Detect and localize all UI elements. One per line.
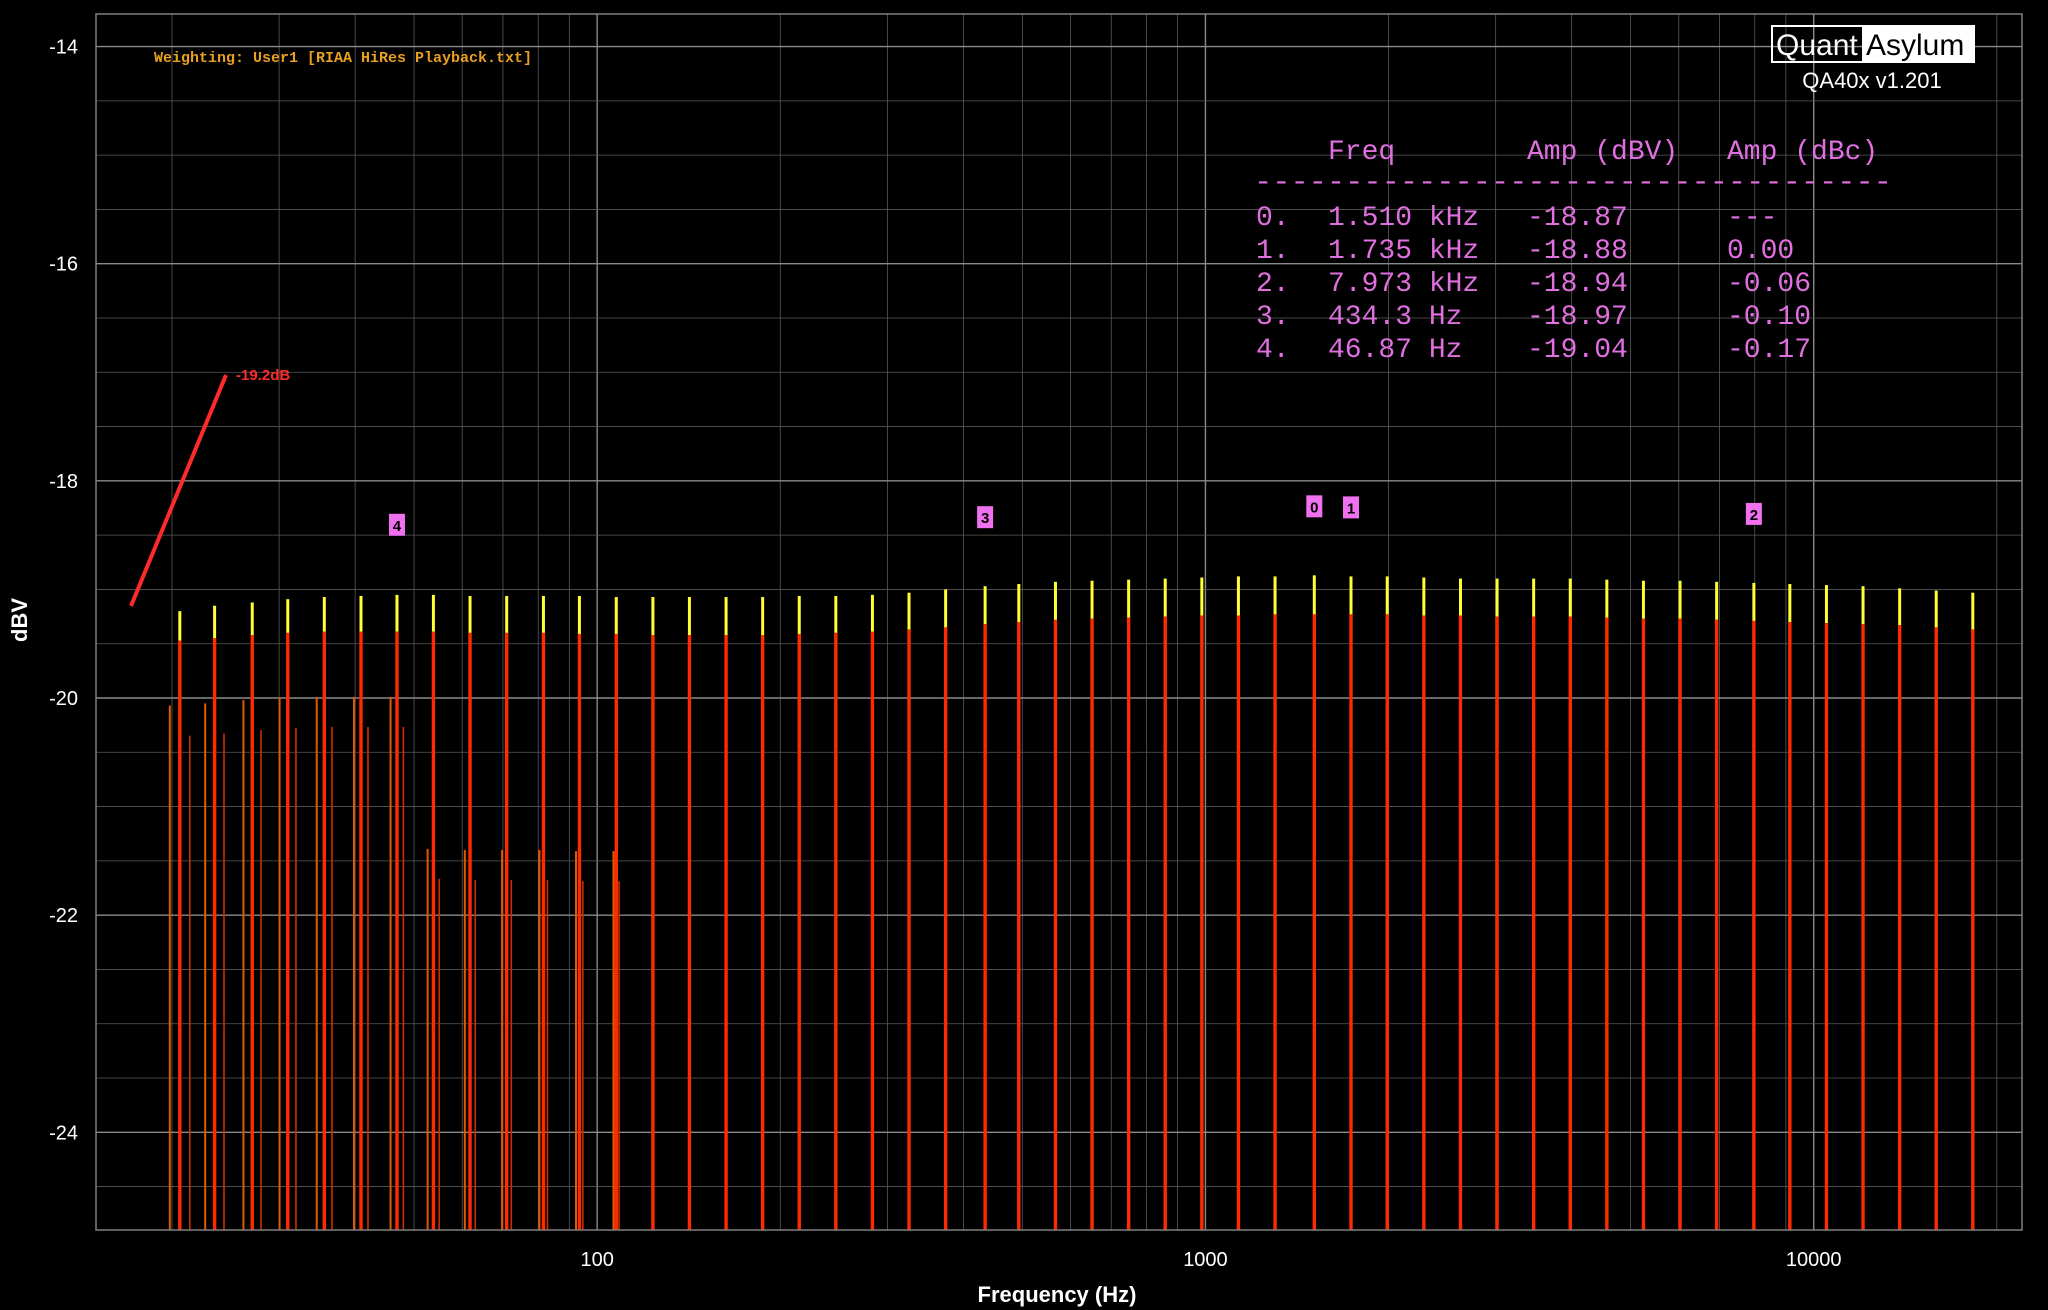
marker-table-dbv: -18.97 bbox=[1527, 302, 1628, 333]
marker-table-header-dbv: Amp (dBV) bbox=[1527, 137, 1678, 168]
y-tick-label: -22 bbox=[49, 905, 78, 927]
marker-table-freq: 46.87 Hz bbox=[1328, 335, 1462, 366]
marker-table-dbc: 0.00 bbox=[1727, 236, 1794, 267]
spectrum-chart: 0 1 2 3 4 -14 -16 -18 -20 -22 -24 100 1000 10000 Fr… bbox=[0, 0, 2048, 1310]
marker-table-idx: 1. bbox=[1256, 236, 1290, 267]
marker-table-separator: ----------------------------------- bbox=[1254, 168, 1892, 199]
marker-table-idx: 4. bbox=[1256, 335, 1290, 366]
marker-table-dbv: -18.88 bbox=[1527, 236, 1628, 267]
marker-table-idx: 3. bbox=[1256, 302, 1290, 333]
y-tick-label: -18 bbox=[49, 471, 78, 493]
x-axis-label: Frequency (Hz) bbox=[978, 1282, 1137, 1307]
x-tick-label: 10000 bbox=[1786, 1249, 1842, 1271]
marker-label: 3 bbox=[981, 510, 989, 527]
marker-table-dbc: -0.06 bbox=[1727, 269, 1811, 300]
marker-table-dbc: -0.10 bbox=[1727, 302, 1811, 333]
logo-right-text: Asylum bbox=[1866, 29, 1964, 62]
marker-table-dbc: --- bbox=[1727, 203, 1777, 234]
marker-table-header-freq: Freq bbox=[1328, 137, 1395, 168]
marker-table-idx: 0. bbox=[1256, 203, 1290, 234]
y-tick-label: -20 bbox=[49, 688, 78, 710]
y-axis-label: dBV bbox=[7, 598, 32, 642]
weighting-label: Weighting: User1 [RIAA HiRes Playback.tx… bbox=[154, 50, 532, 67]
marker-table-freq: 1.735 kHz bbox=[1328, 236, 1479, 267]
version-label: QA40x v1.201 bbox=[1802, 68, 1941, 93]
marker-table-header-dbc: Amp (dBc) bbox=[1727, 137, 1878, 168]
marker-table-rows: 0. 1.510 kHz -18.87 --- 1. 1.735 kHz -18.88 0.0… bbox=[1256, 203, 1811, 366]
logo-left-text: Quant bbox=[1776, 29, 1858, 62]
marker-table-dbc: -0.17 bbox=[1727, 335, 1811, 366]
marker-label: 1 bbox=[1347, 500, 1355, 517]
marker-table-dbv: -18.94 bbox=[1527, 269, 1628, 300]
marker-table-freq: 434.3 Hz bbox=[1328, 302, 1462, 333]
y-tick-label: -16 bbox=[49, 254, 78, 276]
annotation-label: -19.2dB bbox=[236, 367, 290, 384]
y-tick-label: -24 bbox=[49, 1122, 78, 1144]
marker-label: 2 bbox=[1750, 507, 1758, 524]
x-tick-label: 100 bbox=[580, 1249, 613, 1271]
marker-table-dbv: -19.04 bbox=[1527, 335, 1628, 366]
y-tick-label: -14 bbox=[49, 37, 78, 59]
marker-table-idx: 2. bbox=[1256, 269, 1290, 300]
marker-table-freq: 1.510 kHz bbox=[1328, 203, 1479, 234]
x-tick-label: 1000 bbox=[1183, 1249, 1228, 1271]
marker-table-dbv: -18.87 bbox=[1527, 203, 1628, 234]
marker-table-freq: 7.973 kHz bbox=[1328, 269, 1479, 300]
marker-label: 4 bbox=[393, 518, 402, 535]
marker-label: 0 bbox=[1310, 499, 1318, 516]
